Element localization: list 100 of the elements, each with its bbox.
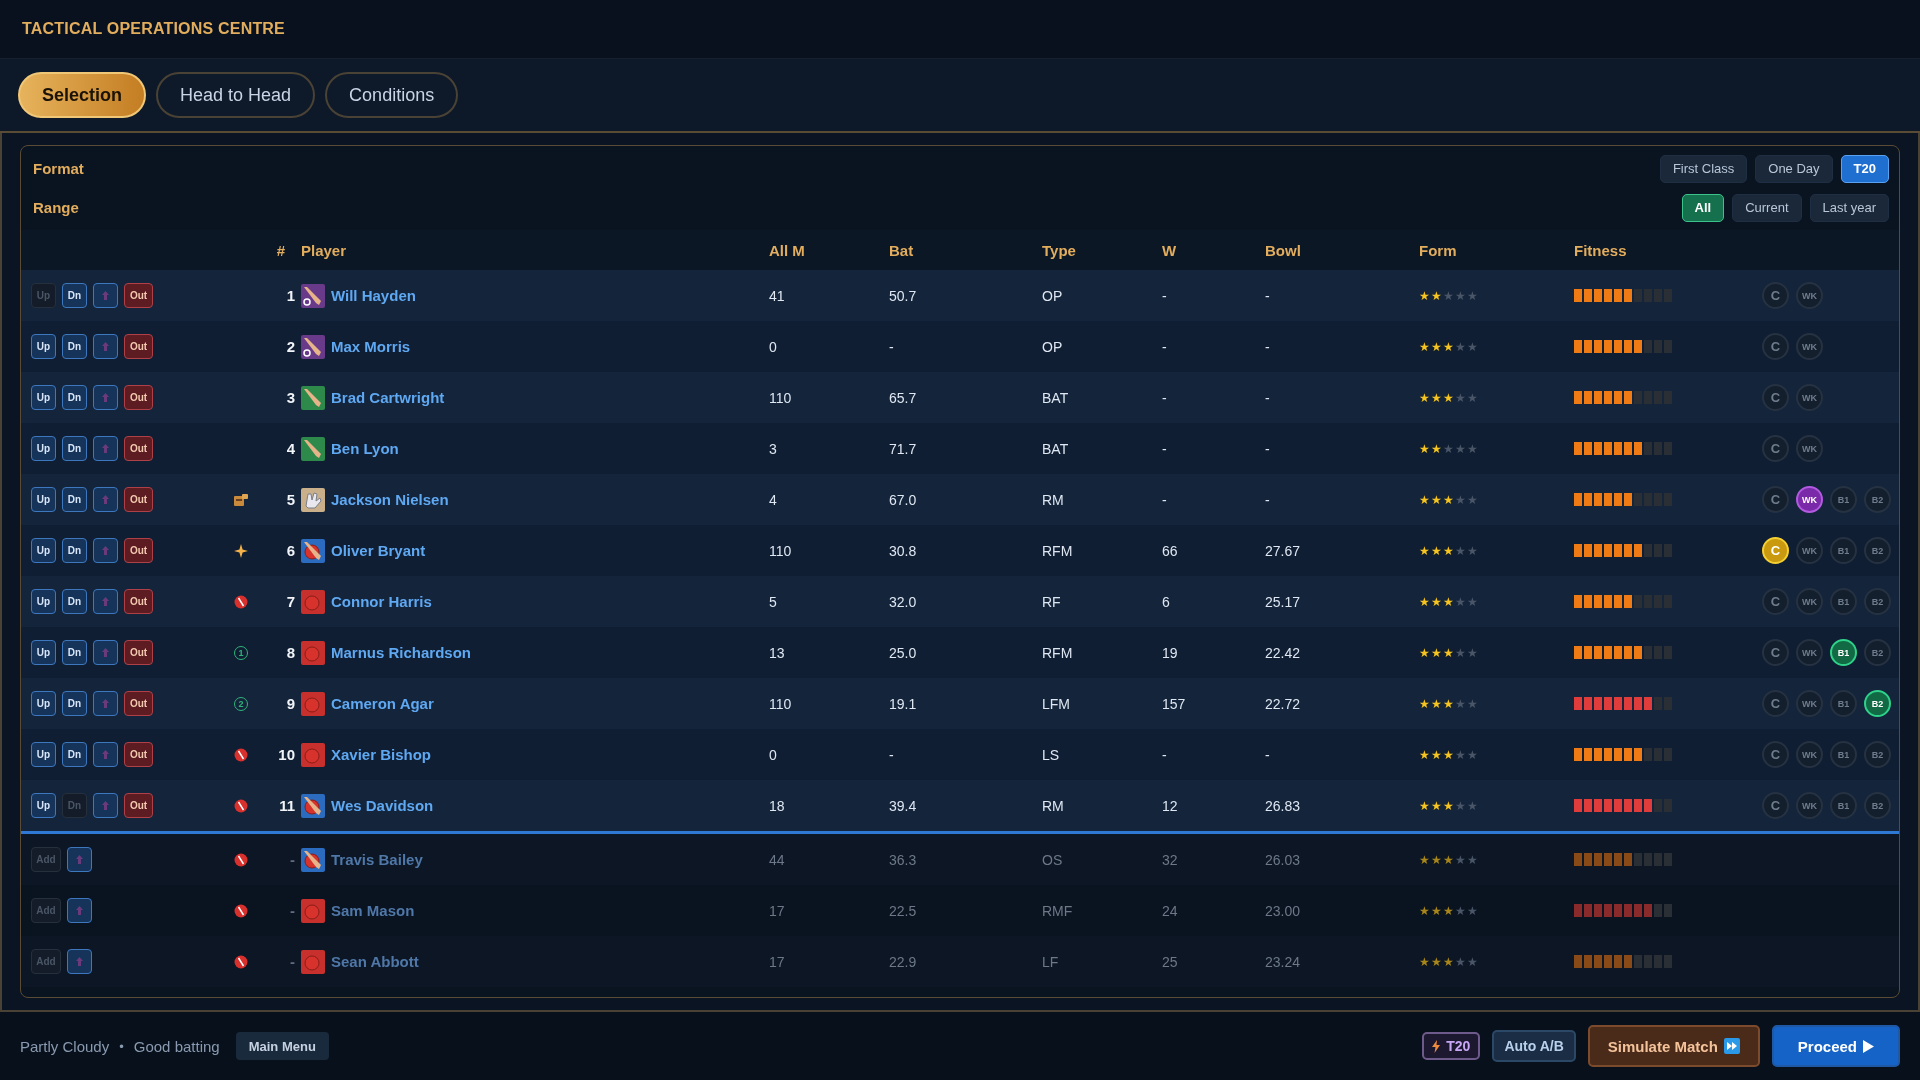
role-toggle[interactable]: WK: [1796, 588, 1823, 615]
filter-option[interactable]: Last year: [1809, 193, 1889, 222]
role-toggle[interactable]: C: [1762, 741, 1789, 768]
swap-button[interactable]: [93, 334, 118, 359]
role-toggle[interactable]: C: [1762, 639, 1789, 666]
player-row[interactable]: Up Dn Out 3 Brad Cartwright 110 65.7 BAT - - ★★★★★ C WK: [21, 372, 1899, 423]
tab[interactable]: Selection: [18, 72, 147, 118]
role-toggle[interactable]: C: [1762, 384, 1789, 411]
format-badge[interactable]: T20: [1422, 1032, 1481, 1060]
player-name[interactable]: Cameron Agar: [331, 695, 434, 712]
role-toggle[interactable]: C: [1762, 486, 1789, 513]
player-row[interactable]: Up Dn Out 2 9 Cameron Agar 110 19.1 LFM 157 22.72 ★★★★★ C WK B1 B2: [21, 678, 1899, 729]
role-toggle[interactable]: WK: [1796, 384, 1823, 411]
role-toggle[interactable]: B1: [1830, 537, 1857, 564]
filter-option[interactable]: T20: [1840, 154, 1889, 183]
role-toggle[interactable]: B2: [1864, 486, 1891, 513]
out-button[interactable]: Out: [124, 385, 153, 410]
out-button[interactable]: Out: [124, 742, 153, 767]
out-button[interactable]: Out: [124, 589, 153, 614]
out-button[interactable]: Out: [124, 436, 153, 461]
role-toggle[interactable]: C: [1762, 588, 1789, 615]
down-button[interactable]: Dn: [62, 742, 87, 767]
up-button[interactable]: Up: [31, 538, 56, 563]
swap-button[interactable]: [67, 898, 92, 923]
player-name[interactable]: Xavier Bishop: [331, 746, 432, 763]
player-name[interactable]: Will Hayden: [331, 287, 416, 304]
main-menu-button[interactable]: Main Menu: [235, 1032, 329, 1060]
player-name[interactable]: Travis Bailey: [331, 851, 423, 868]
down-button[interactable]: Dn: [62, 589, 87, 614]
role-toggle[interactable]: WK: [1796, 282, 1823, 309]
role-toggle[interactable]: B1: [1830, 588, 1857, 615]
role-toggle[interactable]: WK: [1796, 333, 1823, 360]
up-button[interactable]: Up: [31, 691, 56, 716]
role-toggle[interactable]: B2: [1864, 639, 1891, 666]
swap-button[interactable]: [93, 589, 118, 614]
player-name[interactable]: Jackson Nielsen: [331, 491, 449, 508]
swap-button[interactable]: [93, 487, 118, 512]
out-button[interactable]: Out: [124, 793, 153, 818]
role-toggle[interactable]: B2: [1864, 792, 1891, 819]
down-button[interactable]: Dn: [62, 538, 87, 563]
role-toggle[interactable]: WK: [1796, 741, 1823, 768]
up-button[interactable]: Up: [31, 793, 56, 818]
simulate-button[interactable]: Simulate Match: [1587, 1025, 1760, 1067]
swap-button[interactable]: [93, 742, 118, 767]
down-button[interactable]: Dn: [62, 487, 87, 512]
auto-button[interactable]: Auto A/B: [1492, 1030, 1576, 1062]
player-row[interactable]: Up Dn Out 5 Jackson Nielsen 4 67.0 RM - - ★★★★★ C WK B1 B2: [21, 474, 1899, 525]
player-name[interactable]: Oliver Bryant: [331, 542, 426, 559]
up-button[interactable]: Up: [31, 487, 56, 512]
player-name[interactable]: Connor Harris: [331, 593, 432, 610]
up-button[interactable]: Up: [31, 640, 56, 665]
player-name[interactable]: Max Morris: [331, 338, 411, 355]
up-button[interactable]: Up: [31, 742, 56, 767]
role-toggle[interactable]: C: [1762, 282, 1789, 309]
out-button[interactable]: Out: [124, 538, 153, 563]
player-row[interactable]: Up Dn Out 4 Ben Lyon 3 71.7 BAT - - ★★★★★ C WK: [21, 423, 1899, 474]
player-row[interactable]: Up Dn Out 10 Xavier Bishop 0 - LS - - ★★★★★ C WK B1 B2: [21, 729, 1899, 780]
player-row[interactable]: Up Dn Out 2 Max Morris 0 - OP - - ★★★★★ C WK: [21, 321, 1899, 372]
role-toggle[interactable]: B1: [1830, 792, 1857, 819]
proceed-button[interactable]: Proceed: [1771, 1025, 1900, 1067]
player-name[interactable]: Wes Davidson: [331, 797, 434, 814]
role-toggle[interactable]: B2: [1864, 588, 1891, 615]
swap-button[interactable]: [93, 538, 118, 563]
player-row[interactable]: Up Dn Out 6 Oliver Bryant 110 30.8 RFM 66 27.67 ★★★★★ C WK B1 B2: [21, 525, 1899, 576]
down-button[interactable]: Dn: [62, 640, 87, 665]
role-toggle[interactable]: C: [1762, 333, 1789, 360]
role-toggle[interactable]: B2: [1864, 537, 1891, 564]
role-toggle[interactable]: C: [1762, 435, 1789, 462]
out-button[interactable]: Out: [124, 283, 153, 308]
role-toggle[interactable]: WK: [1796, 435, 1823, 462]
down-button[interactable]: Dn: [62, 691, 87, 716]
swap-button[interactable]: [67, 949, 92, 974]
filter-option[interactable]: First Class: [1659, 154, 1748, 183]
up-button[interactable]: Up: [31, 589, 56, 614]
swap-button[interactable]: [67, 847, 92, 872]
player-name[interactable]: Sean Abbott: [331, 953, 419, 970]
out-button[interactable]: Out: [124, 691, 153, 716]
swap-button[interactable]: [93, 793, 118, 818]
up-button[interactable]: Up: [31, 334, 56, 359]
player-name[interactable]: Brad Cartwright: [331, 389, 445, 406]
out-button[interactable]: Out: [124, 334, 153, 359]
role-toggle[interactable]: WK: [1796, 792, 1823, 819]
down-button[interactable]: Dn: [62, 334, 87, 359]
role-toggle[interactable]: B1: [1830, 741, 1857, 768]
tab[interactable]: Conditions: [325, 72, 459, 118]
player-name[interactable]: Marnus Richardson: [331, 644, 472, 661]
filter-option[interactable]: One Day: [1755, 154, 1833, 183]
swap-button[interactable]: [93, 640, 118, 665]
up-button[interactable]: Up: [31, 385, 56, 410]
out-button[interactable]: Out: [124, 487, 153, 512]
role-toggle[interactable]: C: [1762, 792, 1789, 819]
role-toggle[interactable]: C: [1762, 690, 1789, 717]
down-button[interactable]: Dn: [62, 436, 87, 461]
role-toggle[interactable]: B2: [1864, 741, 1891, 768]
role-toggle[interactable]: B1: [1830, 639, 1857, 666]
swap-button[interactable]: [93, 283, 118, 308]
player-name[interactable]: Sam Mason: [331, 902, 415, 919]
player-name[interactable]: Ben Lyon: [331, 440, 399, 457]
swap-button[interactable]: [93, 691, 118, 716]
role-toggle[interactable]: WK: [1796, 639, 1823, 666]
